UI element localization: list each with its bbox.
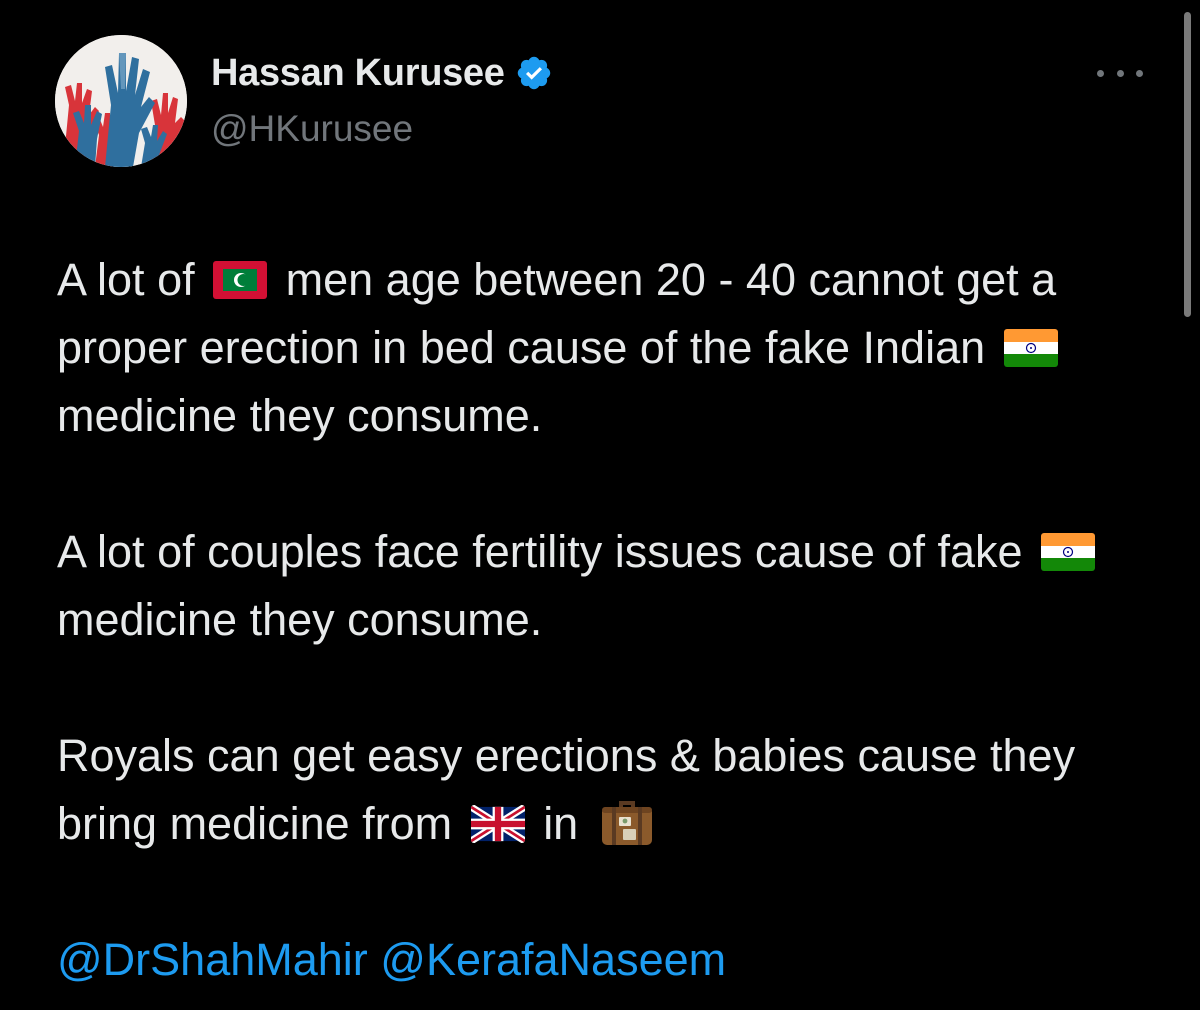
tweet: Hassan Kurusee @HKurusee A lot of men ag…: [0, 0, 1200, 1010]
india-flag-icon: [1041, 533, 1096, 571]
text-span: medicine they consume.: [57, 594, 543, 645]
text-span: A lot of couples face fertility issues c…: [57, 526, 1023, 577]
mention-link[interactable]: @KerafaNaseem: [380, 934, 726, 985]
author-name-row[interactable]: Hassan Kurusee: [211, 50, 553, 96]
tweet-paragraph: A lot of men age between 20 - 40 cannot …: [57, 246, 1167, 450]
verified-badge-icon: [515, 54, 553, 92]
text-span: A lot of: [57, 254, 195, 305]
suitcase-icon: [599, 793, 655, 847]
tweet-paragraph: A lot of couples face fertility issues c…: [57, 518, 1167, 654]
uk-flag-icon: [470, 805, 525, 843]
tweet-paragraph: Royals can get easy erections & babies c…: [57, 722, 1167, 858]
author-display-name[interactable]: Hassan Kurusee: [211, 52, 505, 95]
ellipsis-dot: [1136, 69, 1143, 77]
ellipsis-dot: [1116, 69, 1124, 77]
text-span: medicine they consume.: [57, 390, 543, 441]
india-flag-icon: [1003, 329, 1058, 367]
scrollbar[interactable]: [1184, 12, 1191, 317]
mention-link[interactable]: @DrShahMahir: [57, 934, 368, 985]
avatar[interactable]: [55, 35, 187, 167]
author-handle[interactable]: @HKurusee: [211, 108, 413, 150]
raised-hands-avatar-icon: [55, 35, 187, 167]
tweet-mentions: @DrShahMahir @KerafaNaseem: [57, 926, 1167, 994]
text-span: in: [543, 798, 579, 849]
tweet-text: A lot of men age between 20 - 40 cannot …: [57, 246, 1167, 994]
maldives-flag-icon: [213, 261, 268, 299]
ellipsis-dot: [1097, 69, 1104, 77]
more-options-button[interactable]: [1097, 58, 1143, 88]
text-span: men age between 20 - 40 cannot get a pro…: [57, 254, 1057, 373]
